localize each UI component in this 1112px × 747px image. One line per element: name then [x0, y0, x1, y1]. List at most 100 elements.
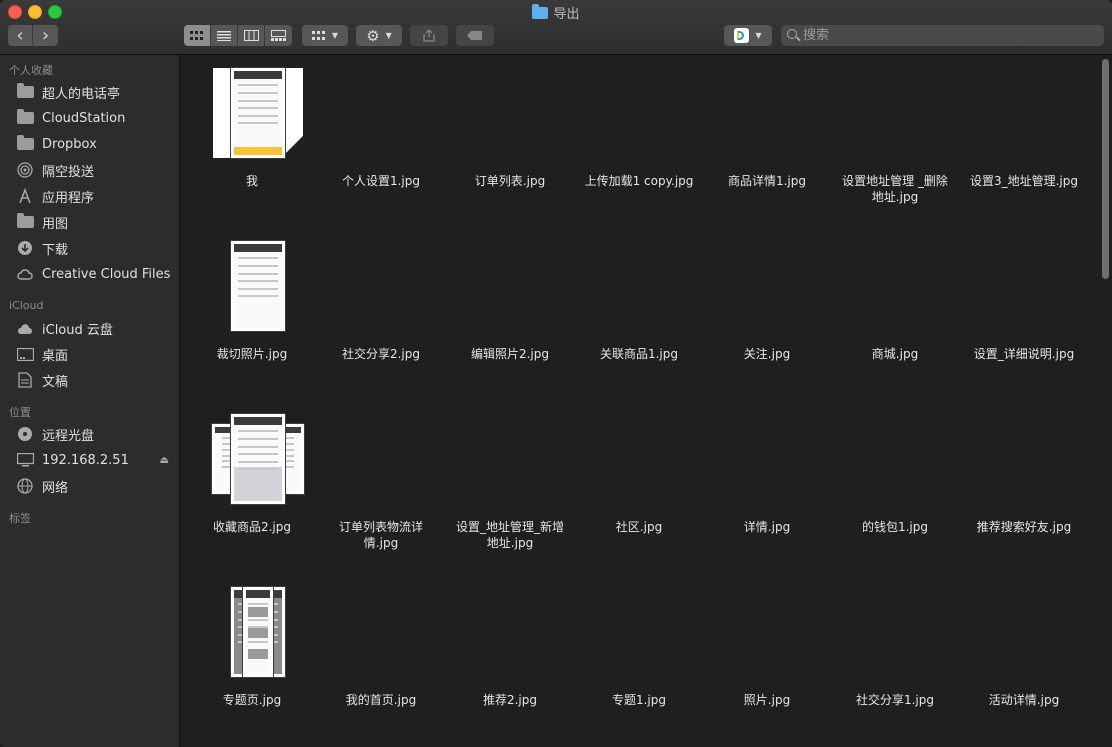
group-grid-icon	[311, 30, 325, 40]
computer-icon	[16, 452, 34, 468]
cloud-icon	[16, 320, 34, 336]
file-name: 详情.jpg	[743, 520, 791, 534]
search-icon	[787, 29, 797, 39]
image-thumbnail	[231, 414, 285, 504]
chevron-down-icon: ▼	[755, 31, 762, 40]
gallery-icon	[271, 30, 286, 41]
file-name: 我的首页.jpg	[345, 693, 417, 707]
view-mode-control	[184, 25, 292, 46]
file-name: 收藏商品2.jpg	[212, 520, 292, 534]
list-view-button[interactable]	[211, 25, 238, 46]
image-thumbnail	[231, 241, 285, 331]
file-name: 商品详情1.jpg	[727, 174, 807, 188]
sidebar-item-network[interactable]: 网络	[16, 475, 176, 497]
folder-icon	[16, 135, 34, 152]
finder-window: 导出 ‹ › ▼ ⚙ ▼ ▼ 搜索 个人收藏 超人的电话亭 CloudStati…	[0, 0, 1112, 747]
file-name: 个人设置1.jpg	[341, 174, 421, 188]
document-icon	[16, 372, 34, 388]
sidebar-item-dropbox[interactable]: Dropbox	[16, 133, 176, 155]
gear-icon: ⚙	[366, 26, 380, 45]
network-icon	[16, 478, 34, 494]
image-thumbnail	[243, 587, 273, 677]
applications-icon	[16, 188, 34, 204]
file-name: 照片.jpg	[743, 693, 791, 707]
toolbar: 导出 ‹ › ▼ ⚙ ▼ ▼ 搜索	[0, 0, 1112, 55]
search-placeholder: 搜索	[803, 28, 830, 43]
sidebar: 个人收藏 超人的电话亭 CloudStation Dropbox 隔空投送 应用…	[0, 55, 180, 747]
sidebar-item-desktop[interactable]: 桌面	[16, 343, 176, 365]
tag-icon	[467, 31, 482, 40]
chevron-down-icon: ▼	[331, 31, 339, 40]
nav-buttons: ‹ ›	[8, 25, 58, 46]
sidebar-item-downloads[interactable]: 下载	[16, 237, 176, 259]
folder-icon	[532, 4, 549, 19]
folder-icon	[16, 83, 34, 100]
sidebar-item-documents[interactable]: 文稿	[16, 369, 176, 391]
file-name: 上传加载1 copy.jpg	[584, 174, 694, 188]
sidebar-item-creative-cloud[interactable]: Creative Cloud Files	[16, 263, 176, 285]
file-name: 社交分享2.jpg	[341, 347, 421, 361]
eject-icon[interactable]: ⏏	[160, 455, 169, 466]
sidebar-section-tags: 标签	[9, 512, 31, 525]
sidebar-section-icloud: iCloud	[9, 299, 44, 312]
image-thumbnail	[231, 68, 285, 158]
sidebar-item-applications[interactable]: 应用程序	[16, 185, 176, 207]
airdrop-icon	[16, 162, 34, 178]
file-name: 专题页.jpg	[222, 693, 282, 707]
forward-button[interactable]: ›	[33, 25, 58, 46]
file-name: 设置地址管理 _删除地址.jpg	[842, 174, 948, 204]
file-name: 推荐2.jpg	[482, 693, 538, 707]
columns-icon	[243, 30, 259, 41]
disc-icon	[16, 426, 34, 442]
icon-view-button[interactable]	[184, 25, 211, 46]
action-menu-button[interactable]: ⚙ ▼	[356, 25, 402, 46]
desktop-icon	[16, 346, 34, 362]
download-icon	[16, 240, 34, 256]
file-grid: 我 个人设置1.jpg 订单列表.jpg 上传加载1 copy.jpg 商品详情1.jp…	[180, 55, 1112, 747]
file-name: 订单列表物流详情.jpg	[338, 520, 423, 550]
sidebar-item-remote-disc[interactable]: 远程光盘	[16, 423, 176, 445]
tags-button[interactable]	[456, 25, 494, 46]
back-button[interactable]: ‹	[8, 25, 33, 46]
search-field[interactable]: 搜索	[781, 25, 1104, 46]
file-name: 订单列表.jpg	[474, 174, 546, 188]
column-view-button[interactable]	[238, 25, 265, 46]
vertical-scrollbar[interactable]	[1102, 59, 1109, 279]
file-name: 我	[245, 174, 258, 188]
sidebar-item-airdrop[interactable]: 隔空投送	[16, 159, 176, 181]
file-name: 关注.jpg	[743, 347, 791, 361]
file-name: 社交分享1.jpg	[855, 693, 935, 707]
share-button[interactable]	[410, 25, 448, 46]
sidebar-item-images[interactable]: 用图	[16, 211, 176, 233]
file-name: 设置_地址管理_新增地址.jpg	[455, 520, 564, 550]
grid-icon	[190, 30, 203, 40]
dropbox-app-icon	[734, 28, 750, 43]
list-icon	[217, 30, 231, 41]
group-by-button[interactable]: ▼	[302, 25, 348, 46]
file-name: 专题1.jpg	[611, 693, 667, 707]
file-name: 推荐搜索好友.jpg	[976, 520, 1072, 534]
file-name: 商城.jpg	[871, 347, 919, 361]
sidebar-item-icloud-drive[interactable]: iCloud 云盘	[16, 317, 176, 339]
file-name: 设置_详细说明.jpg	[973, 347, 1075, 361]
file-name: 关联商品1.jpg	[599, 347, 679, 361]
sidebar-item-cloudstation[interactable]: CloudStation	[16, 107, 176, 129]
sidebar-section-locations: 位置	[9, 406, 31, 419]
file-name: 设置3_地址管理.jpg	[969, 174, 1079, 188]
share-icon	[423, 29, 435, 42]
folder-icon	[16, 109, 34, 126]
dropbox-button[interactable]: ▼	[724, 25, 772, 46]
gallery-view-button[interactable]	[265, 25, 292, 46]
file-name: 编辑照片2.jpg	[470, 347, 550, 361]
folder-icon	[16, 213, 34, 230]
chevron-down-icon: ▼	[385, 31, 392, 40]
file-name: 裁切照片.jpg	[216, 347, 288, 361]
sidebar-section-favorites: 个人收藏	[9, 64, 53, 77]
file-name: 的钱包1.jpg	[861, 520, 929, 534]
sidebar-item-superman[interactable]: 超人的电话亭	[16, 81, 176, 103]
file-name: 社区.jpg	[615, 520, 663, 534]
file-name: 活动详情.jpg	[988, 693, 1060, 707]
sidebar-item-server[interactable]: 192.168.2.51 ⏏	[16, 449, 176, 471]
creative-cloud-icon	[16, 266, 34, 282]
window-title: 导出	[0, 3, 1112, 22]
